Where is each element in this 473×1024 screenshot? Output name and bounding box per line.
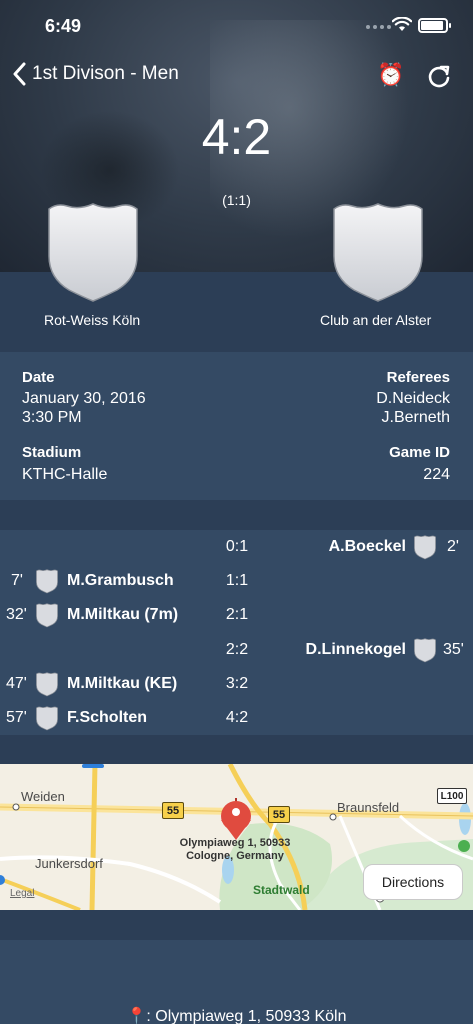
status-bar: 6:49 (0, 14, 473, 38)
status-time: 6:49 (45, 16, 82, 36)
match-score: 4:2 (201, 109, 272, 165)
goal-score: 2:2 (225, 641, 249, 658)
goal-minute: 57' (6, 709, 27, 726)
stadium-value: KTHC-Halle (22, 466, 108, 483)
map-legal-link[interactable]: Legal (10, 888, 34, 899)
stadium-map[interactable]: Weiden Junkersdorf Braunsfeld Stadtwald … (0, 764, 473, 910)
referee-2: J.Berneth (381, 409, 450, 426)
goal-timeline: 0:1 A.Boeckel 2' 7' M.Grambusch 1:1 32' … (0, 530, 473, 735)
map-label-stadtwald: Stadtwald (253, 883, 310, 897)
away-team-crest-icon (333, 203, 423, 302)
goal-row: 2:2 D.Linnekogel 35' (0, 635, 473, 665)
back-button-label: 1st Divison - Men (32, 63, 179, 84)
goal-player: F.Scholten (67, 709, 148, 726)
stadium-address: 📍: Olympiaweg 1, 50933 Köln (126, 1008, 347, 1024)
road-badge-l100: L100 (437, 788, 467, 804)
signal-icon (366, 25, 391, 29)
team-crest-icon (414, 535, 436, 560)
goal-row: 47' M.Miltkau (KE) 3:2 (0, 669, 473, 699)
map-address-line-2: Cologne, Germany (186, 850, 284, 862)
goal-minute: 32' (6, 606, 27, 623)
date-value: January 30, 2016 (22, 390, 146, 407)
map-address-line-1: Olympiaweg 1, 50933 (179, 837, 291, 849)
game-id-value: 224 (423, 466, 450, 483)
goal-minute: 2' (447, 538, 459, 555)
alarm-clock-icon[interactable]: ⏰ (377, 62, 404, 88)
goal-score: 4:2 (225, 709, 249, 726)
directions-button[interactable]: Directions (363, 864, 463, 900)
goal-player: M.Miltkau (7m) (67, 606, 179, 623)
goal-minute: 7' (11, 572, 23, 589)
road-badge-55: 55 (162, 802, 184, 819)
goal-row: 57' F.Scholten 4:2 (0, 703, 473, 733)
goal-row: 7' M.Grambusch 1:1 (0, 566, 473, 596)
goal-score: 2:1 (225, 606, 249, 623)
road-badge-55: 55 (268, 806, 290, 823)
game-id-label: Game ID (389, 444, 450, 461)
refresh-icon[interactable] (426, 63, 452, 89)
referee-1: D.Neideck (376, 390, 450, 407)
match-details-panel: Date January 30, 2016 3:30 PM Referees D… (0, 352, 473, 500)
team-crest-icon (36, 603, 58, 628)
goal-player: M.Miltkau (KE) (67, 675, 178, 692)
referees-label: Referees (386, 369, 450, 386)
map-label-junkersdorf: Junkersdorf (35, 856, 103, 871)
goal-score: 1:1 (225, 572, 249, 589)
time-value: 3:30 PM (22, 409, 82, 426)
goal-minute: 47' (6, 675, 27, 692)
date-label: Date (22, 369, 55, 386)
home-team-name: Rot-Weiss Köln (44, 312, 141, 328)
team-crest-icon (36, 672, 58, 697)
team-crest-icon (414, 638, 436, 663)
goal-player: D.Linnekogel (305, 641, 406, 658)
nav-bar: 1st Divison - Men ⏰ (0, 58, 473, 94)
team-crest-icon (36, 706, 58, 731)
stadium-label: Stadium (22, 444, 82, 461)
goal-score: 3:2 (225, 675, 249, 692)
home-team-crest-icon (48, 203, 138, 302)
map-pin-address: Olympiaweg 1, 50933 Cologne, Germany (160, 837, 310, 863)
team-crest-icon (36, 569, 58, 594)
battery-icon (418, 18, 451, 33)
goal-row: 32' M.Miltkau (7m) 2:1 (0, 600, 473, 630)
goal-player: A.Boeckel (328, 538, 406, 555)
goal-minute: 35' (443, 641, 464, 658)
wifi-icon (392, 17, 412, 31)
away-team-name: Club an der Alster (320, 312, 432, 328)
goal-row: 0:1 A.Boeckel 2' (0, 532, 473, 562)
back-button[interactable]: 1st Divison - Men (12, 62, 179, 86)
map-label-weiden: Weiden (21, 789, 65, 804)
map-label-braunsfeld: Braunsfeld (337, 800, 400, 815)
chevron-left-icon (13, 62, 26, 86)
goal-player: M.Grambusch (67, 572, 174, 589)
goal-score: 0:1 (225, 538, 249, 555)
